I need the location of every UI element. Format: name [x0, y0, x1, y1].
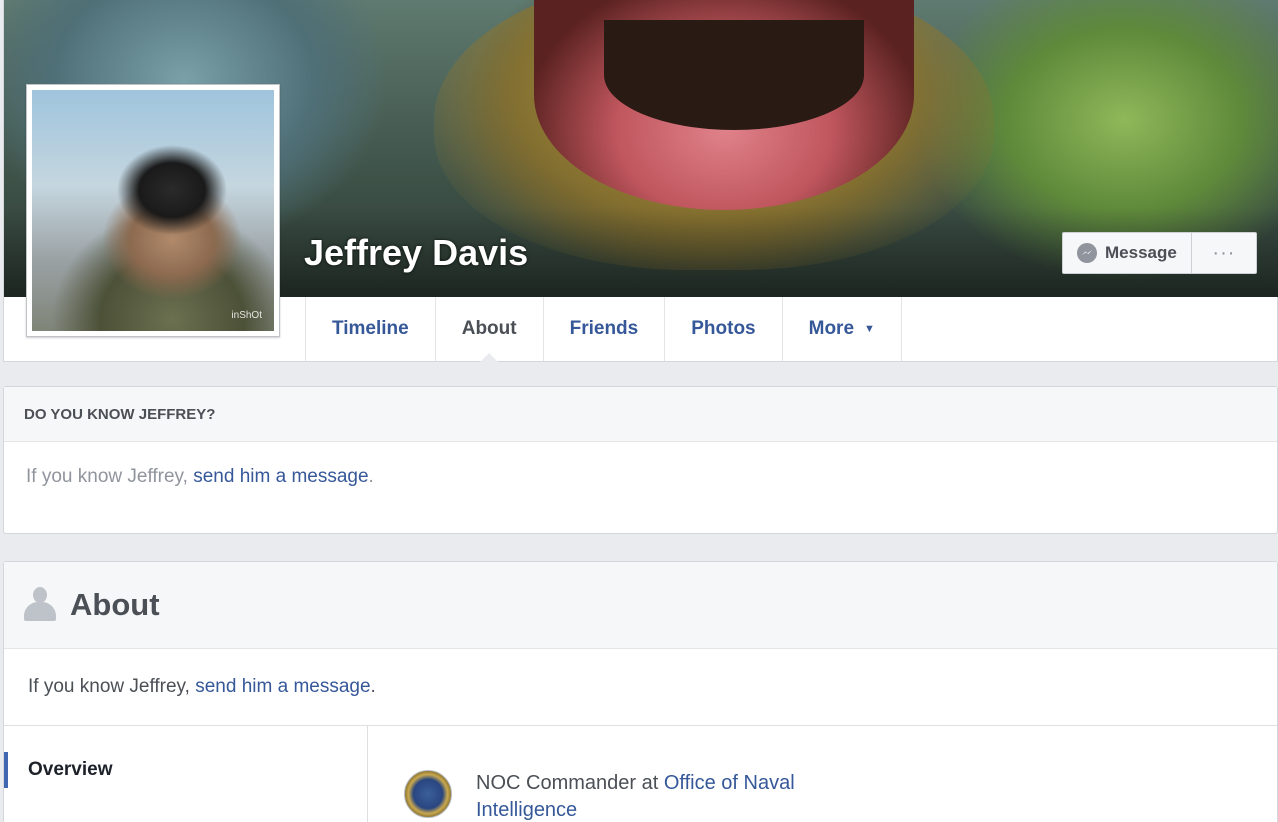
about-card: About If you know Jeffrey, send him a me… — [3, 561, 1278, 822]
tab-label: Timeline — [332, 318, 409, 339]
avatar: inShOt — [32, 90, 274, 331]
about-send-message-link[interactable]: send him a message — [195, 676, 370, 698]
about-card-header: About — [4, 562, 1277, 649]
office-of-naval-intelligence-logo[interactable] — [404, 770, 452, 818]
know-card-heading: DO YOU KNOW JEFFREY? — [4, 387, 1277, 442]
about-title: About — [70, 587, 160, 622]
about-nav: Overview — [4, 726, 368, 822]
tab-more[interactable]: More ▼ — [781, 297, 902, 361]
tab-about[interactable]: About — [434, 297, 543, 362]
work-position: NOC Commander at — [476, 772, 664, 794]
message-button-label: Message — [1105, 243, 1177, 262]
know-card-text-suffix: . — [368, 466, 374, 487]
cover-action-group: Message ··· — [1062, 232, 1257, 274]
work-entry-text: NOC Commander at Office of Naval Intelli… — [476, 770, 836, 822]
person-icon — [24, 587, 56, 623]
cover-frog-mouth-inner — [604, 20, 864, 130]
send-message-link[interactable]: send him a message — [193, 466, 368, 487]
profile-name[interactable]: Jeffrey Davis — [304, 232, 528, 274]
profile-header: Jeffrey Davis Message ··· inShOt Timelin… — [3, 0, 1278, 362]
tab-label: About — [461, 318, 517, 339]
avatar-watermark: inShOt — [231, 310, 262, 321]
about-message-prefix: If you know Jeffrey, — [28, 676, 190, 697]
know-card-text: If you know Jeffrey, send him a message. — [4, 442, 1277, 512]
tab-label: More — [808, 318, 855, 339]
tab-timeline[interactable]: Timeline — [305, 297, 435, 361]
about-message-suffix: . — [370, 676, 376, 697]
tab-label: Friends — [569, 318, 639, 339]
more-options-button[interactable]: ··· — [1192, 233, 1256, 273]
about-body: Overview NOC Commander at Office of Nava… — [4, 726, 1277, 822]
caret-down-icon: ▼ — [864, 323, 875, 335]
know-card-text-prefix: If you know Jeffrey, — [26, 466, 194, 487]
about-nav-overview[interactable]: Overview — [4, 752, 367, 788]
message-button[interactable]: Message — [1063, 233, 1192, 273]
about-message-row: If you know Jeffrey, send him a message. — [4, 649, 1277, 726]
tab-friends[interactable]: Friends — [542, 297, 665, 361]
profile-tabs: Timeline About Friends Photos More ▼ — [305, 297, 902, 362]
work-entry: NOC Commander at Office of Naval Intelli… — [404, 770, 836, 822]
tab-photos[interactable]: Photos — [664, 297, 781, 361]
tab-label: Photos — [691, 318, 756, 339]
messenger-icon — [1077, 243, 1097, 263]
profile-picture[interactable]: inShOt — [26, 84, 280, 337]
know-jeffrey-card: DO YOU KNOW JEFFREY? If you know Jeffrey… — [3, 386, 1278, 534]
